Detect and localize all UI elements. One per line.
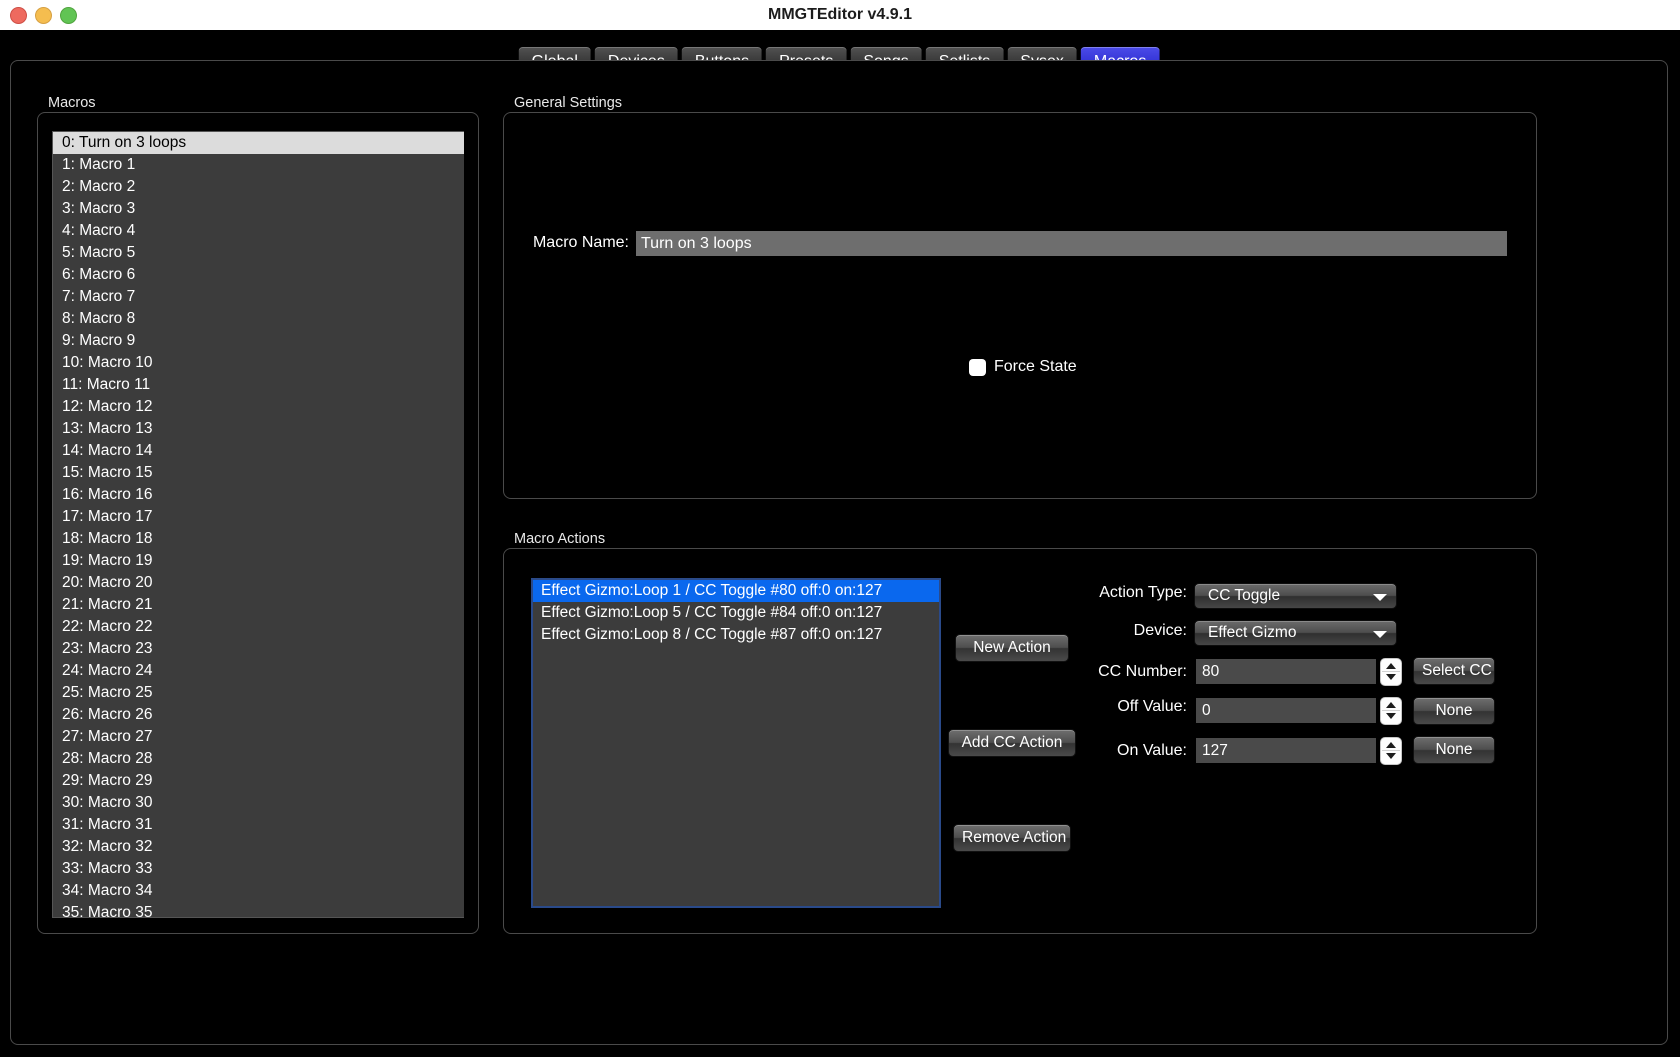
macro-list-item[interactable]: 19: Macro 19 bbox=[53, 550, 464, 572]
macro-list-item[interactable]: 28: Macro 28 bbox=[53, 748, 464, 770]
macro-list-item[interactable]: 22: Macro 22 bbox=[53, 616, 464, 638]
macro-list-item[interactable]: 33: Macro 33 bbox=[53, 858, 464, 880]
macro-list-item[interactable]: 16: Macro 16 bbox=[53, 484, 464, 506]
macro-list-item[interactable]: 13: Macro 13 bbox=[53, 418, 464, 440]
macro-list-item[interactable]: 12: Macro 12 bbox=[53, 396, 464, 418]
chevron-down-icon bbox=[1373, 594, 1387, 601]
macro-list-item[interactable]: 14: Macro 14 bbox=[53, 440, 464, 462]
macro-actions-list[interactable]: Effect Gizmo:Loop 1 / CC Toggle #80 off:… bbox=[531, 578, 941, 908]
on-value-input[interactable] bbox=[1196, 738, 1376, 763]
macro-list-item[interactable]: 35: Macro 35 bbox=[53, 902, 464, 917]
macro-list-item[interactable]: 2: Macro 2 bbox=[53, 176, 464, 198]
macro-list-item[interactable]: 3: Macro 3 bbox=[53, 198, 464, 220]
select-cc-button[interactable]: Select CC bbox=[1413, 657, 1495, 685]
macro-name-label: Macro Name: bbox=[532, 234, 629, 251]
general-settings-group-box bbox=[503, 112, 1537, 499]
macro-list-item[interactable]: 20: Macro 20 bbox=[53, 572, 464, 594]
stepper-divider bbox=[1382, 710, 1400, 711]
cc-number-input[interactable] bbox=[1196, 659, 1376, 684]
macro-list-item[interactable]: 4: Macro 4 bbox=[53, 220, 464, 242]
action-type-label: Action Type: bbox=[1099, 584, 1187, 601]
macro-list-item[interactable]: 34: Macro 34 bbox=[53, 880, 464, 902]
macro-list-item[interactable]: 7: Macro 7 bbox=[53, 286, 464, 308]
off-value-label: Off Value: bbox=[1117, 698, 1187, 715]
macro-list-item[interactable]: 17: Macro 17 bbox=[53, 506, 464, 528]
off-value-input[interactable] bbox=[1196, 698, 1376, 723]
action-type-select[interactable]: CC Toggle bbox=[1194, 583, 1397, 609]
remove-action-button[interactable]: Remove Action bbox=[953, 824, 1071, 852]
chevron-down-icon bbox=[1373, 631, 1387, 638]
macro-list-item[interactable]: 21: Macro 21 bbox=[53, 594, 464, 616]
cc-number-stepper[interactable] bbox=[1380, 658, 1402, 686]
macro-list-item[interactable]: 11: Macro 11 bbox=[53, 374, 464, 396]
window-titlebar: MMGTEditor v4.9.1 bbox=[0, 0, 1680, 31]
macro-list-item[interactable]: 23: Macro 23 bbox=[53, 638, 464, 660]
macro-list-item[interactable]: 29: Macro 29 bbox=[53, 770, 464, 792]
stepper-divider bbox=[1382, 750, 1400, 751]
macro-action-list-item[interactable]: Effect Gizmo:Loop 1 / CC Toggle #80 off:… bbox=[533, 580, 939, 602]
cc-number-label: CC Number: bbox=[1098, 663, 1187, 680]
macro-list-item[interactable]: 24: Macro 24 bbox=[53, 660, 464, 682]
device-selected-value: Effect Gizmo bbox=[1208, 624, 1297, 641]
general-settings-group-label: General Settings bbox=[510, 95, 627, 111]
macro-list-item[interactable]: 18: Macro 18 bbox=[53, 528, 464, 550]
macro-action-list-item[interactable]: Effect Gizmo:Loop 8 / CC Toggle #87 off:… bbox=[533, 624, 939, 646]
macro-list-item[interactable]: 10: Macro 10 bbox=[53, 352, 464, 374]
on-value-none-button[interactable]: None bbox=[1413, 736, 1495, 764]
action-type-selected-value: CC Toggle bbox=[1208, 587, 1281, 604]
macro-actions-group-label: Macro Actions bbox=[510, 531, 610, 547]
macro-list-item[interactable]: 15: Macro 15 bbox=[53, 462, 464, 484]
macro-action-list-item[interactable]: Effect Gizmo:Loop 5 / CC Toggle #84 off:… bbox=[533, 602, 939, 624]
macros-list[interactable]: 0: Turn on 3 loops 1: Macro 1 2: Macro 2 3:… bbox=[52, 131, 464, 918]
macro-list-item[interactable]: 31: Macro 31 bbox=[53, 814, 464, 836]
device-select[interactable]: Effect Gizmo bbox=[1194, 620, 1397, 646]
window-title: MMGTEditor v4.9.1 bbox=[767, 6, 913, 23]
off-value-stepper[interactable] bbox=[1380, 697, 1402, 725]
force-state-checkbox-row[interactable]: Force State bbox=[969, 358, 1077, 376]
macro-name-input[interactable] bbox=[636, 231, 1507, 256]
macro-list-item[interactable]: 8: Macro 8 bbox=[53, 308, 464, 330]
macro-list-item[interactable]: 1: Macro 1 bbox=[53, 154, 464, 176]
macro-list-item[interactable]: 0: Turn on 3 loops bbox=[53, 132, 464, 154]
force-state-checkbox-icon[interactable] bbox=[969, 358, 986, 376]
macro-list-item[interactable]: 30: Macro 30 bbox=[53, 792, 464, 814]
force-state-label: Force State bbox=[994, 358, 1077, 375]
stepper-divider bbox=[1382, 671, 1400, 672]
macro-list-item[interactable]: 9: Macro 9 bbox=[53, 330, 464, 352]
macro-list-item[interactable]: 25: Macro 25 bbox=[53, 682, 464, 704]
device-label: Device: bbox=[1133, 622, 1187, 639]
macro-list-item[interactable]: 6: Macro 6 bbox=[53, 264, 464, 286]
macro-list-item[interactable]: 32: Macro 32 bbox=[53, 836, 464, 858]
macro-list-item[interactable]: 5: Macro 5 bbox=[53, 242, 464, 264]
on-value-stepper[interactable] bbox=[1380, 737, 1402, 765]
macro-list-item[interactable]: 26: Macro 26 bbox=[53, 704, 464, 726]
off-value-none-button[interactable]: None bbox=[1413, 697, 1495, 725]
macro-list-item[interactable]: 27: Macro 27 bbox=[53, 726, 464, 748]
on-value-label: On Value: bbox=[1117, 742, 1187, 759]
macros-group-label: Macros bbox=[44, 95, 100, 111]
